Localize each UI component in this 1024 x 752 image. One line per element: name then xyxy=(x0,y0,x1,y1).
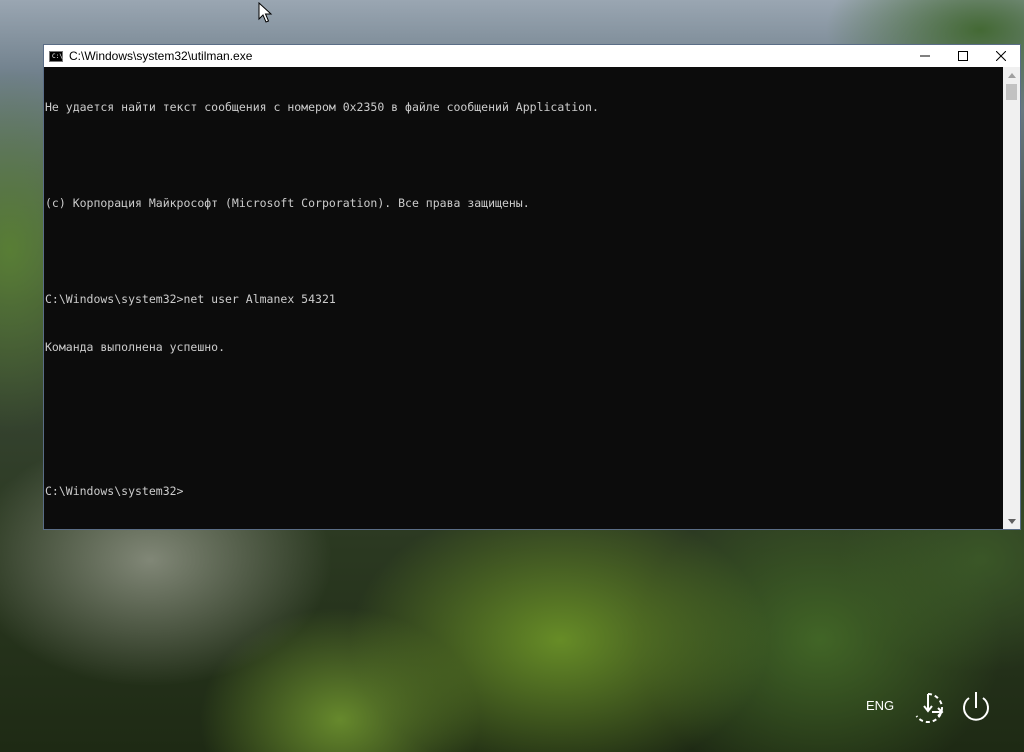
console-line: C:\Windows\system32>net user Almanex 543… xyxy=(45,292,336,306)
scroll-up-arrow-icon xyxy=(1007,72,1016,78)
command-prompt-line[interactable]: C:\Windows\system32> xyxy=(45,483,1003,499)
scrollbar-thumb[interactable] xyxy=(1006,84,1017,100)
vertical-scrollbar[interactable] xyxy=(1003,67,1020,529)
accessibility-icon[interactable] xyxy=(910,690,946,726)
close-icon xyxy=(996,51,1006,61)
console-line: (c) Корпорация Майкрософт (Microsoft Cor… xyxy=(45,196,530,210)
close-button[interactable] xyxy=(982,45,1020,67)
minimize-icon xyxy=(920,55,930,57)
scroll-down-button[interactable] xyxy=(1003,513,1020,529)
minimize-button[interactable] xyxy=(906,45,944,67)
command-prompt-window[interactable]: C:\ C:\Windows\system32\utilman.exe Не у… xyxy=(43,44,1021,530)
console-icon: C:\ xyxy=(49,50,63,62)
language-indicator[interactable]: ENG xyxy=(866,698,894,713)
console-line: Не удается найти текст сообщения с номер… xyxy=(45,100,599,114)
mouse-cursor-icon xyxy=(258,2,273,23)
console-output[interactable]: Не удается найти текст сообщения с номер… xyxy=(44,67,1003,529)
power-icon[interactable] xyxy=(958,688,994,726)
console-line: Команда выполнена успешно. xyxy=(45,340,226,354)
title-bar[interactable]: C:\ C:\Windows\system32\utilman.exe xyxy=(44,45,1020,67)
maximize-icon xyxy=(958,51,968,61)
window-title: C:\Windows\system32\utilman.exe xyxy=(69,49,253,63)
scroll-up-button[interactable] xyxy=(1003,67,1020,83)
scroll-down-arrow-icon xyxy=(1007,518,1016,524)
maximize-button[interactable] xyxy=(944,45,982,67)
